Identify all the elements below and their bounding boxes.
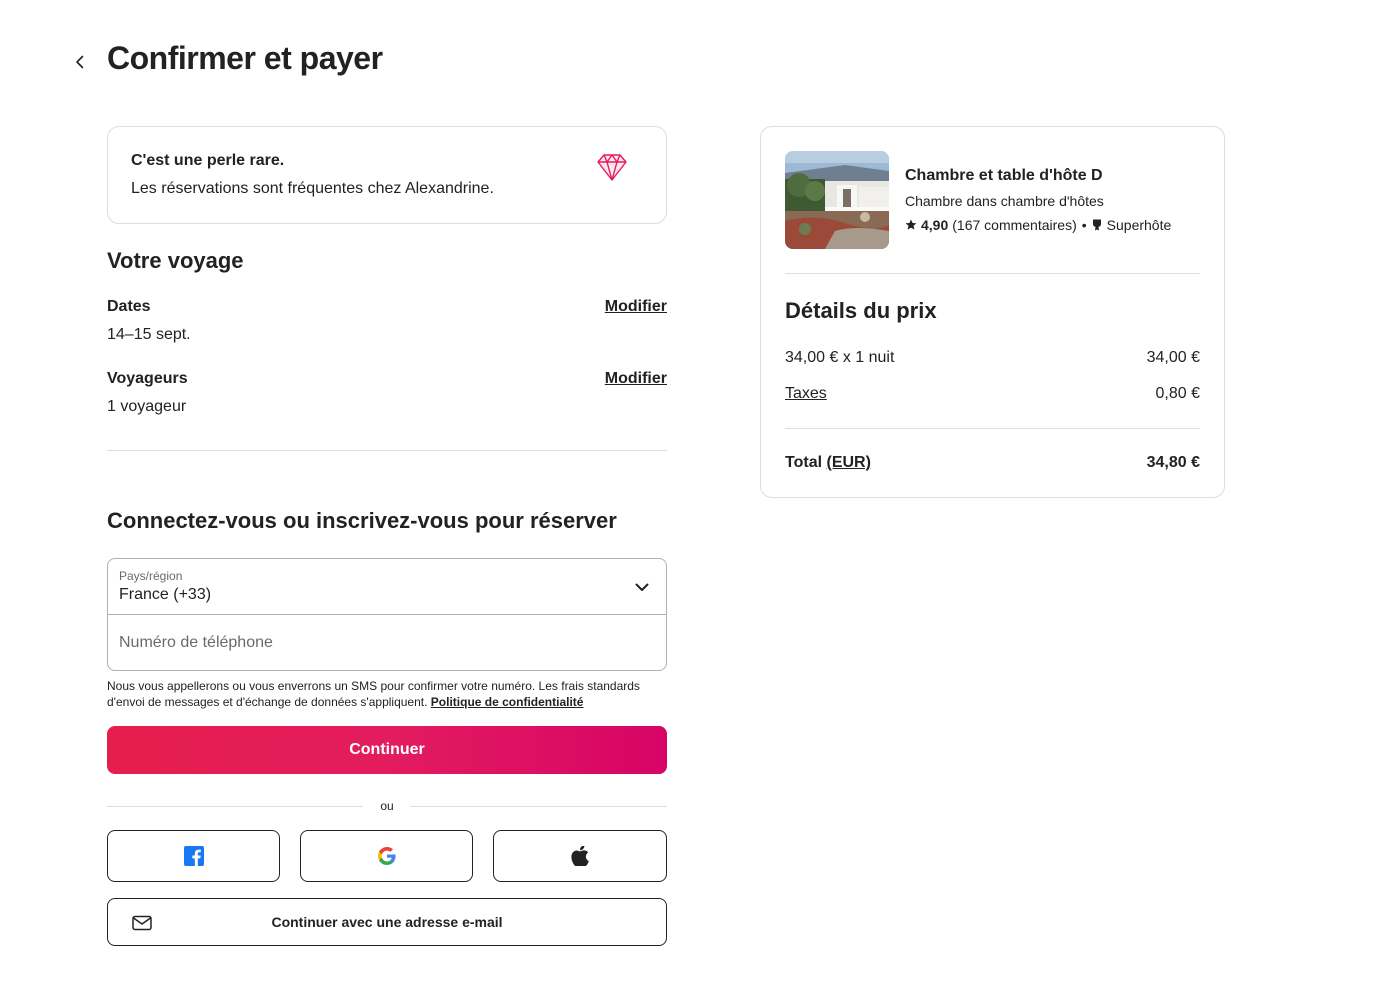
currency-link[interactable]: (EUR): [826, 454, 870, 471]
star-icon: [905, 219, 917, 230]
rating-value: 4,90: [921, 217, 949, 233]
price-row-nightly: 34,00 € x 1 nuit 34,00 €: [785, 348, 1200, 368]
facebook-icon: [183, 846, 204, 866]
taxes-link[interactable]: Taxes: [785, 384, 827, 404]
reviews-count: (167 commentaires): [952, 217, 1077, 233]
modify-guests-link[interactable]: Modifier: [605, 370, 667, 388]
superhost-icon: [1092, 219, 1101, 231]
dates-value: 14–15 sept.: [107, 326, 191, 343]
listing-subtitle: Chambre dans chambre d'hôtes: [905, 193, 1104, 209]
rare-find-card: C'est une perle rare. Les réservations s…: [107, 126, 667, 224]
total-value: 34,80 €: [1146, 454, 1200, 471]
guests-label: Voyageurs: [107, 370, 188, 387]
continue-button[interactable]: Continuer: [107, 726, 667, 774]
email-button-label: Continuer avec une adresse e-mail: [271, 914, 503, 930]
superhost-label: Superhôte: [1106, 217, 1172, 233]
or-divider: ou: [107, 798, 667, 814]
apple-login-button[interactable]: [493, 830, 667, 882]
trip-section-title: Votre voyage: [107, 248, 244, 273]
apple-icon: [571, 846, 589, 866]
google-icon: [377, 847, 396, 865]
total-label: Total: [785, 454, 823, 471]
listing-image: [785, 151, 889, 249]
chevron-left-icon: [76, 55, 84, 69]
email-login-button[interactable]: Continuer avec une adresse e-mail: [107, 898, 667, 946]
modify-dates-link[interactable]: Modifier: [605, 298, 667, 316]
taxes-value: 0,80 €: [1155, 385, 1200, 402]
dates-label: Dates: [107, 298, 151, 315]
nightly-label: 34,00 € x 1 nuit: [785, 349, 895, 366]
rare-find-text: Les réservations sont fréquentes chez Al…: [131, 180, 494, 197]
card-divider-bottom: [785, 428, 1200, 429]
envelope-icon: [132, 915, 152, 931]
country-label: Pays/région: [119, 569, 183, 583]
meta-separator: •: [1081, 217, 1087, 233]
back-button[interactable]: [66, 48, 94, 76]
price-row-total: Total (EUR) 34,80 €: [785, 453, 1200, 473]
card-divider-top: [785, 273, 1200, 274]
price-row-taxes: Taxes 0,80 €: [785, 384, 1200, 404]
phone-form: Pays/région France (+33): [107, 558, 667, 671]
sms-note: Nous vous appellerons ou vous enverrons …: [107, 678, 667, 710]
google-login-button[interactable]: [300, 830, 473, 882]
privacy-policy-link[interactable]: Politique de confidentialité: [431, 695, 584, 709]
price-details-title: Détails du prix: [785, 298, 937, 323]
country-value: France (+33): [119, 586, 212, 603]
phone-input[interactable]: [108, 615, 666, 670]
listing-summary-card: Chambre et table d'hôte D Chambre dans c…: [760, 126, 1225, 498]
total-label-group: Total (EUR): [785, 453, 871, 473]
listing-title: Chambre et table d'hôte D: [905, 167, 1103, 184]
country-select[interactable]: Pays/région France (+33): [108, 559, 666, 615]
guests-value: 1 voyageur: [107, 398, 187, 415]
login-section-title: Connectez-vous ou inscrivez-vous pour ré…: [107, 508, 617, 533]
section-divider: [107, 450, 667, 451]
listing-rating-row: 4,90 (167 commentaires) • Superhôte: [905, 216, 1171, 234]
facebook-login-button[interactable]: [107, 830, 280, 882]
chevron-down-icon: [635, 583, 649, 591]
listing-photo[interactable]: [785, 151, 889, 249]
diamond-icon: [597, 154, 627, 181]
or-line-right: [410, 806, 667, 807]
page-title: Confirmer et payer: [107, 40, 383, 76]
rare-find-title: C'est une perle rare.: [131, 152, 285, 169]
nightly-value: 34,00 €: [1146, 349, 1200, 366]
